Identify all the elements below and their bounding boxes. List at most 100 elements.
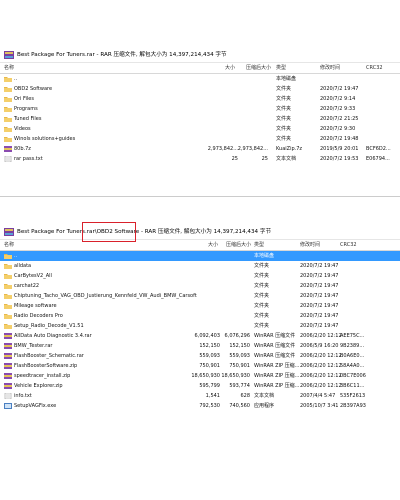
- file-row[interactable]: Tuned Files 文件夹 2020/7/2 21:25: [0, 114, 400, 124]
- file-row[interactable]: Vehicle Explorer.zip 595,799 593,774 WinRAR…: [0, 381, 400, 391]
- file-row[interactable]: FlashBoosterSoftware.zip 750,901 750,901 Wi…: [0, 361, 400, 371]
- title-suffix: - RAR 压缩文件, 解包大小为 14,397,214,434 字节: [139, 229, 272, 235]
- file-row[interactable]: OBD2 Software 文件夹 2020/7/2 19:47: [0, 84, 400, 94]
- file-row[interactable]: Videos 文件夹 2020/7/2 9:30: [0, 124, 400, 134]
- folder-icon: [4, 76, 12, 82]
- file-name: rar pass.txt: [14, 156, 43, 162]
- file-crc: 9B2389...: [340, 343, 365, 349]
- file-name: Ori Files: [14, 96, 34, 102]
- column-name[interactable]: 名称: [4, 241, 14, 249]
- file-type: 文件夹: [276, 136, 292, 142]
- file-name: Winols solutions+guides: [14, 136, 76, 142]
- file-list: .. 本地磁盘 OBD2 Software 文件夹 2020/7/2 19:47 Ori …: [0, 74, 400, 164]
- file-row[interactable]: FlashBooster_Schematic.rar 559,093 559,093…: [0, 351, 400, 361]
- archive-icon: [4, 363, 12, 369]
- file-size: 18,650,930: [191, 373, 220, 379]
- column-packed[interactable]: 压缩后大小: [246, 64, 271, 72]
- file-row[interactable]: Setup_Radio_Decode_V1.51 文件夹 2020/7/2 19:4…: [0, 321, 400, 331]
- file-size: 792,530: [199, 403, 220, 409]
- file-name: info.txt: [14, 393, 32, 399]
- file-type: 文件夹: [254, 263, 270, 269]
- file-type: 本地磁盘: [276, 76, 297, 82]
- column-modified[interactable]: 修改时间: [320, 64, 340, 72]
- archive-icon: [4, 373, 12, 379]
- file-row[interactable]: Radio Decoders Pro 文件夹 2020/7/2 19:47: [0, 311, 400, 321]
- column-crc[interactable]: CRC32: [340, 241, 357, 249]
- file-crc: BCF6D2...: [366, 146, 391, 152]
- file-packed-size: 628: [240, 393, 250, 399]
- file-type: WinRAR ZIP 压缩...: [254, 363, 300, 369]
- column-type[interactable]: 类型: [276, 64, 286, 72]
- file-packed-size: 559,093: [229, 353, 250, 359]
- winrar-icon: [4, 51, 14, 59]
- folder-icon: [4, 273, 12, 279]
- column-modified[interactable]: 修改时间: [300, 241, 320, 249]
- column-name[interactable]: 名称: [4, 64, 14, 72]
- file-modified: 2020/7/2 19:47: [300, 263, 339, 269]
- file-type: WinRAR 压缩文件: [254, 343, 296, 349]
- file-modified: 2020/7/2 19:47: [300, 323, 339, 329]
- file-row[interactable]: .. 本地磁盘: [0, 251, 400, 261]
- text-file-icon: [4, 393, 12, 399]
- file-type: 文件夹: [276, 126, 292, 132]
- file-name: CarBytesV2_All: [14, 273, 52, 279]
- file-packed-size: 6,076,296: [224, 333, 250, 339]
- file-name: Chiptuning_Tacho_VAG_OBD_Justierung_Kenn…: [14, 293, 197, 299]
- file-type: 文件夹: [254, 303, 270, 309]
- file-row[interactable]: Programs 文件夹 2020/7/2 9:33: [0, 104, 400, 114]
- column-crc[interactable]: CRC32: [366, 64, 383, 72]
- file-crc: 0BC7E006: [340, 373, 366, 379]
- folder-icon: [4, 126, 12, 132]
- exe-icon: [4, 403, 12, 409]
- file-row[interactable]: Winols solutions+guides 文件夹 2020/7/2 19:48: [0, 134, 400, 144]
- file-name: ..: [14, 253, 18, 259]
- file-modified: 2005/10/7 3:41: [300, 403, 339, 409]
- file-modified: 2020/7/2 9:33: [320, 106, 356, 112]
- file-row[interactable]: carchat22 文件夹 2020/7/2 19:47: [0, 281, 400, 291]
- file-type: 应用程序: [254, 403, 275, 409]
- column-packed[interactable]: 压缩后大小: [226, 241, 251, 249]
- file-row[interactable]: rar pass.txt 25 25 文本文档 2020/7/2 19:53 E06794…: [0, 154, 400, 164]
- file-row[interactable]: speedtracer_install.zip 18,650,930 18,650,…: [0, 371, 400, 381]
- archive-icon: [4, 353, 12, 359]
- column-size[interactable]: 大小: [208, 241, 218, 249]
- file-row[interactable]: Mileage software 文件夹 2020/7/2 19:47: [0, 301, 400, 311]
- file-modified: 2020/7/2 19:47: [300, 273, 339, 279]
- archive-icon: [4, 383, 12, 389]
- file-row[interactable]: CarBytesV2_All 文件夹 2020/7/2 19:47: [0, 271, 400, 281]
- file-name: SetupVAGFix.exe: [14, 403, 57, 409]
- file-size: 25: [231, 156, 238, 162]
- file-type: 文件夹: [254, 273, 270, 279]
- file-row[interactable]: BMW_Tester.rar 152,150 152,150 WinRAR 压缩文件 2…: [0, 341, 400, 351]
- file-crc: AEE75C...: [340, 333, 365, 339]
- file-crc: B0A6E0...: [340, 353, 365, 359]
- title-bar: Best Package For Tuners.rar\OBD2 Softwar…: [0, 222, 400, 242]
- file-row[interactable]: Chiptuning_Tacho_VAG_OBD_Justierung_Kenn…: [0, 291, 400, 301]
- file-packed-size: 2,973,842...: [237, 146, 268, 152]
- column-size[interactable]: 大小: [225, 64, 235, 72]
- file-name: BMW_Tester.rar: [14, 343, 53, 349]
- divider: [0, 196, 400, 197]
- column-header: 名称 大小 压缩后大小 类型 修改时间 CRC32: [0, 240, 400, 251]
- file-name: Tuned Files: [14, 116, 42, 122]
- file-type: WinRAR ZIP 压缩...: [254, 373, 300, 379]
- file-name: Programs: [14, 106, 38, 112]
- file-name: Mileage software: [14, 303, 57, 309]
- column-type[interactable]: 类型: [254, 241, 264, 249]
- file-row[interactable]: SetupVAGFix.exe 792,530 740,560 应用程序 2005/10…: [0, 401, 400, 411]
- file-row[interactable]: AllData Auto Diagnostic 3.4.rar 6,092,403…: [0, 331, 400, 341]
- file-name: ..: [14, 76, 18, 82]
- folder-icon: [4, 303, 12, 309]
- file-row[interactable]: 80b.7z 2,973,842... 2,973,842... KuaiZip.7z…: [0, 144, 400, 154]
- file-row[interactable]: .. 本地磁盘: [0, 74, 400, 84]
- file-row[interactable]: Ori Files 文件夹 2020/7/2 9:14: [0, 94, 400, 104]
- file-name: carchat22: [14, 283, 40, 289]
- file-row[interactable]: alldata 文件夹 2020/7/2 19:47: [0, 261, 400, 271]
- file-row[interactable]: info.txt 1,541 628 文本文档 2007/4/4 5:47 535F261…: [0, 391, 400, 401]
- file-modified: 2020/7/2 19:48: [320, 136, 359, 142]
- file-crc: E06794...: [366, 156, 390, 162]
- file-crc: 535F2613: [340, 393, 366, 399]
- column-header: 名称 大小 压缩后大小 类型 修改时间 CRC32: [0, 63, 400, 74]
- winrar-icon: [4, 228, 14, 236]
- file-type: 文件夹: [254, 323, 270, 329]
